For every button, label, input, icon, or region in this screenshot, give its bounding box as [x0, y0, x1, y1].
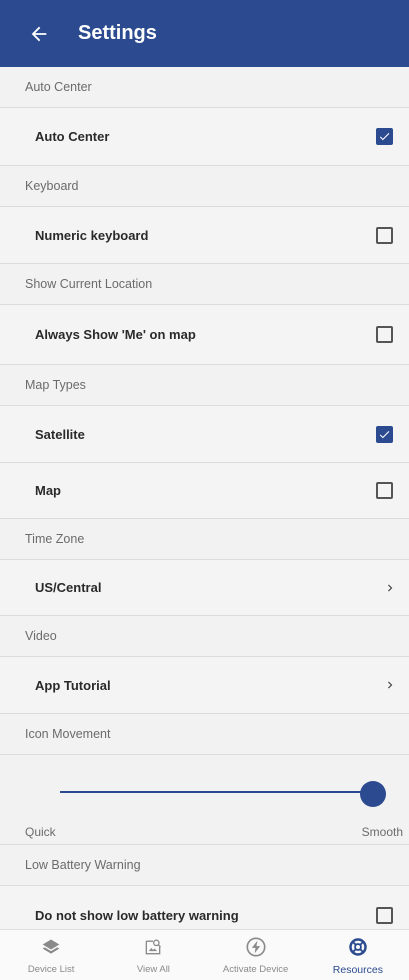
numeric-keyboard-checkbox[interactable]: [376, 226, 393, 244]
always-show-me-checkbox[interactable]: [376, 326, 393, 343]
check-icon: [379, 133, 390, 141]
numeric-keyboard-row[interactable]: Numeric keyboard: [0, 207, 409, 264]
settings-list: Auto Center Auto Center Keyboard Numeric…: [0, 67, 409, 946]
nav-device-list[interactable]: Device List: [0, 930, 102, 980]
check-icon: [379, 430, 390, 438]
map-checkbox[interactable]: [376, 482, 393, 499]
app-tutorial-row[interactable]: App Tutorial: [0, 657, 409, 714]
section-header-time-zone: Time Zone: [0, 519, 409, 560]
low-battery-label: Do not show low battery warning: [35, 908, 239, 923]
section-header-auto-center: Auto Center: [0, 67, 409, 108]
section-header-map-types: Map Types: [0, 365, 409, 406]
slider-track[interactable]: [60, 791, 373, 793]
time-zone-row[interactable]: US/Central: [0, 560, 409, 616]
auto-center-label: Auto Center: [35, 129, 110, 144]
nav-label: Activate Device: [222, 964, 289, 975]
nav-label: Resources: [332, 964, 383, 976]
app-bar: Settings: [0, 0, 409, 67]
layers-icon: [40, 936, 62, 958]
satellite-checkbox[interactable]: [376, 425, 393, 443]
auto-center-row[interactable]: Auto Center: [0, 108, 409, 166]
satellite-label: Satellite: [35, 426, 85, 442]
always-show-me-label: Always Show 'Me' on map: [35, 327, 196, 342]
satellite-row[interactable]: Satellite: [0, 406, 409, 463]
always-show-me-row[interactable]: Always Show 'Me' on map: [0, 305, 409, 365]
slider-max-label: Smooth: [361, 825, 403, 839]
slider-thumb[interactable]: [360, 781, 386, 807]
numeric-keyboard-label: Numeric keyboard: [35, 227, 149, 243]
view-all-icon: [142, 936, 164, 958]
page-title: Settings: [78, 22, 157, 44]
low-battery-checkbox[interactable]: [376, 907, 393, 924]
app-tutorial-label: App Tutorial: [35, 677, 111, 693]
arrow-left-icon[interactable]: [28, 23, 50, 45]
lifebuoy-icon: [347, 936, 369, 958]
section-header-low-battery: Low Battery Warning: [0, 845, 409, 886]
bolt-icon: [245, 936, 267, 958]
time-zone-value: US/Central: [35, 580, 102, 595]
chevron-right-icon: [383, 581, 397, 595]
map-row[interactable]: Map: [0, 463, 409, 519]
bottom-nav: Device List View All Activate Device Res…: [0, 929, 409, 980]
nav-resources[interactable]: Resources: [307, 930, 409, 980]
map-label: Map: [35, 483, 61, 498]
nav-view-all[interactable]: View All: [102, 930, 204, 980]
chevron-right-icon: [383, 678, 397, 692]
icon-movement-slider[interactable]: Quick Smooth: [0, 755, 409, 845]
section-header-icon-movement: Icon Movement: [0, 714, 409, 755]
section-header-video: Video: [0, 616, 409, 657]
auto-center-checkbox[interactable]: [376, 128, 393, 145]
nav-label: Device List: [27, 964, 75, 975]
section-header-show-location: Show Current Location: [0, 264, 409, 305]
nav-label: View All: [136, 964, 170, 975]
nav-activate-device[interactable]: Activate Device: [205, 930, 307, 980]
slider-min-label: Quick: [25, 825, 56, 839]
section-header-keyboard: Keyboard: [0, 166, 409, 207]
